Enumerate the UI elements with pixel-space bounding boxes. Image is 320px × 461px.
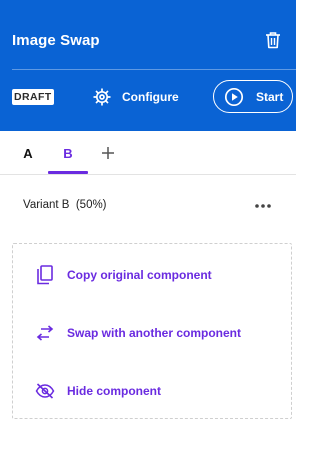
active-tab-indicator: [48, 171, 88, 174]
start-label: Start: [256, 89, 284, 104]
copy-original-component-action[interactable]: Copy original component: [35, 262, 212, 288]
variant-row: Variant B (50%): [0, 190, 296, 222]
copy-icon: [35, 265, 55, 285]
gear-icon: [93, 88, 111, 106]
swap-component-action[interactable]: Swap with another component: [35, 320, 241, 346]
status-badge: DRAFT: [12, 89, 54, 105]
plus-icon: [102, 147, 114, 159]
action-label: Hide component: [67, 384, 162, 398]
play-circle-icon: [224, 87, 244, 106]
hide-component-action[interactable]: Hide component: [35, 378, 161, 404]
tab-a[interactable]: A: [18, 131, 38, 175]
delete-button[interactable]: [262, 29, 284, 51]
configure-button[interactable]: Configure: [92, 85, 179, 109]
component-actions-panel: Copy original component Swap with anothe…: [12, 243, 292, 419]
variant-label: Variant B (50%): [23, 199, 107, 211]
more-horizontal-icon: [255, 204, 271, 208]
add-variant-button[interactable]: [98, 143, 118, 163]
start-button[interactable]: Start: [213, 80, 293, 113]
swap-arrows-icon: [35, 323, 55, 343]
configure-label: Configure: [122, 90, 179, 104]
header-divider: [12, 69, 296, 70]
trash-icon: [266, 32, 280, 49]
variant-tabs: A B: [0, 131, 296, 175]
page-title: Image Swap: [12, 32, 100, 49]
tab-b[interactable]: B: [48, 131, 88, 175]
variant-menu-button[interactable]: [250, 196, 276, 216]
action-label: Swap with another component: [67, 326, 242, 340]
editor-header: Image Swap DRAFT Configure Start: [0, 0, 296, 131]
eye-off-icon: [35, 381, 55, 401]
action-label: Copy original component: [67, 268, 212, 282]
